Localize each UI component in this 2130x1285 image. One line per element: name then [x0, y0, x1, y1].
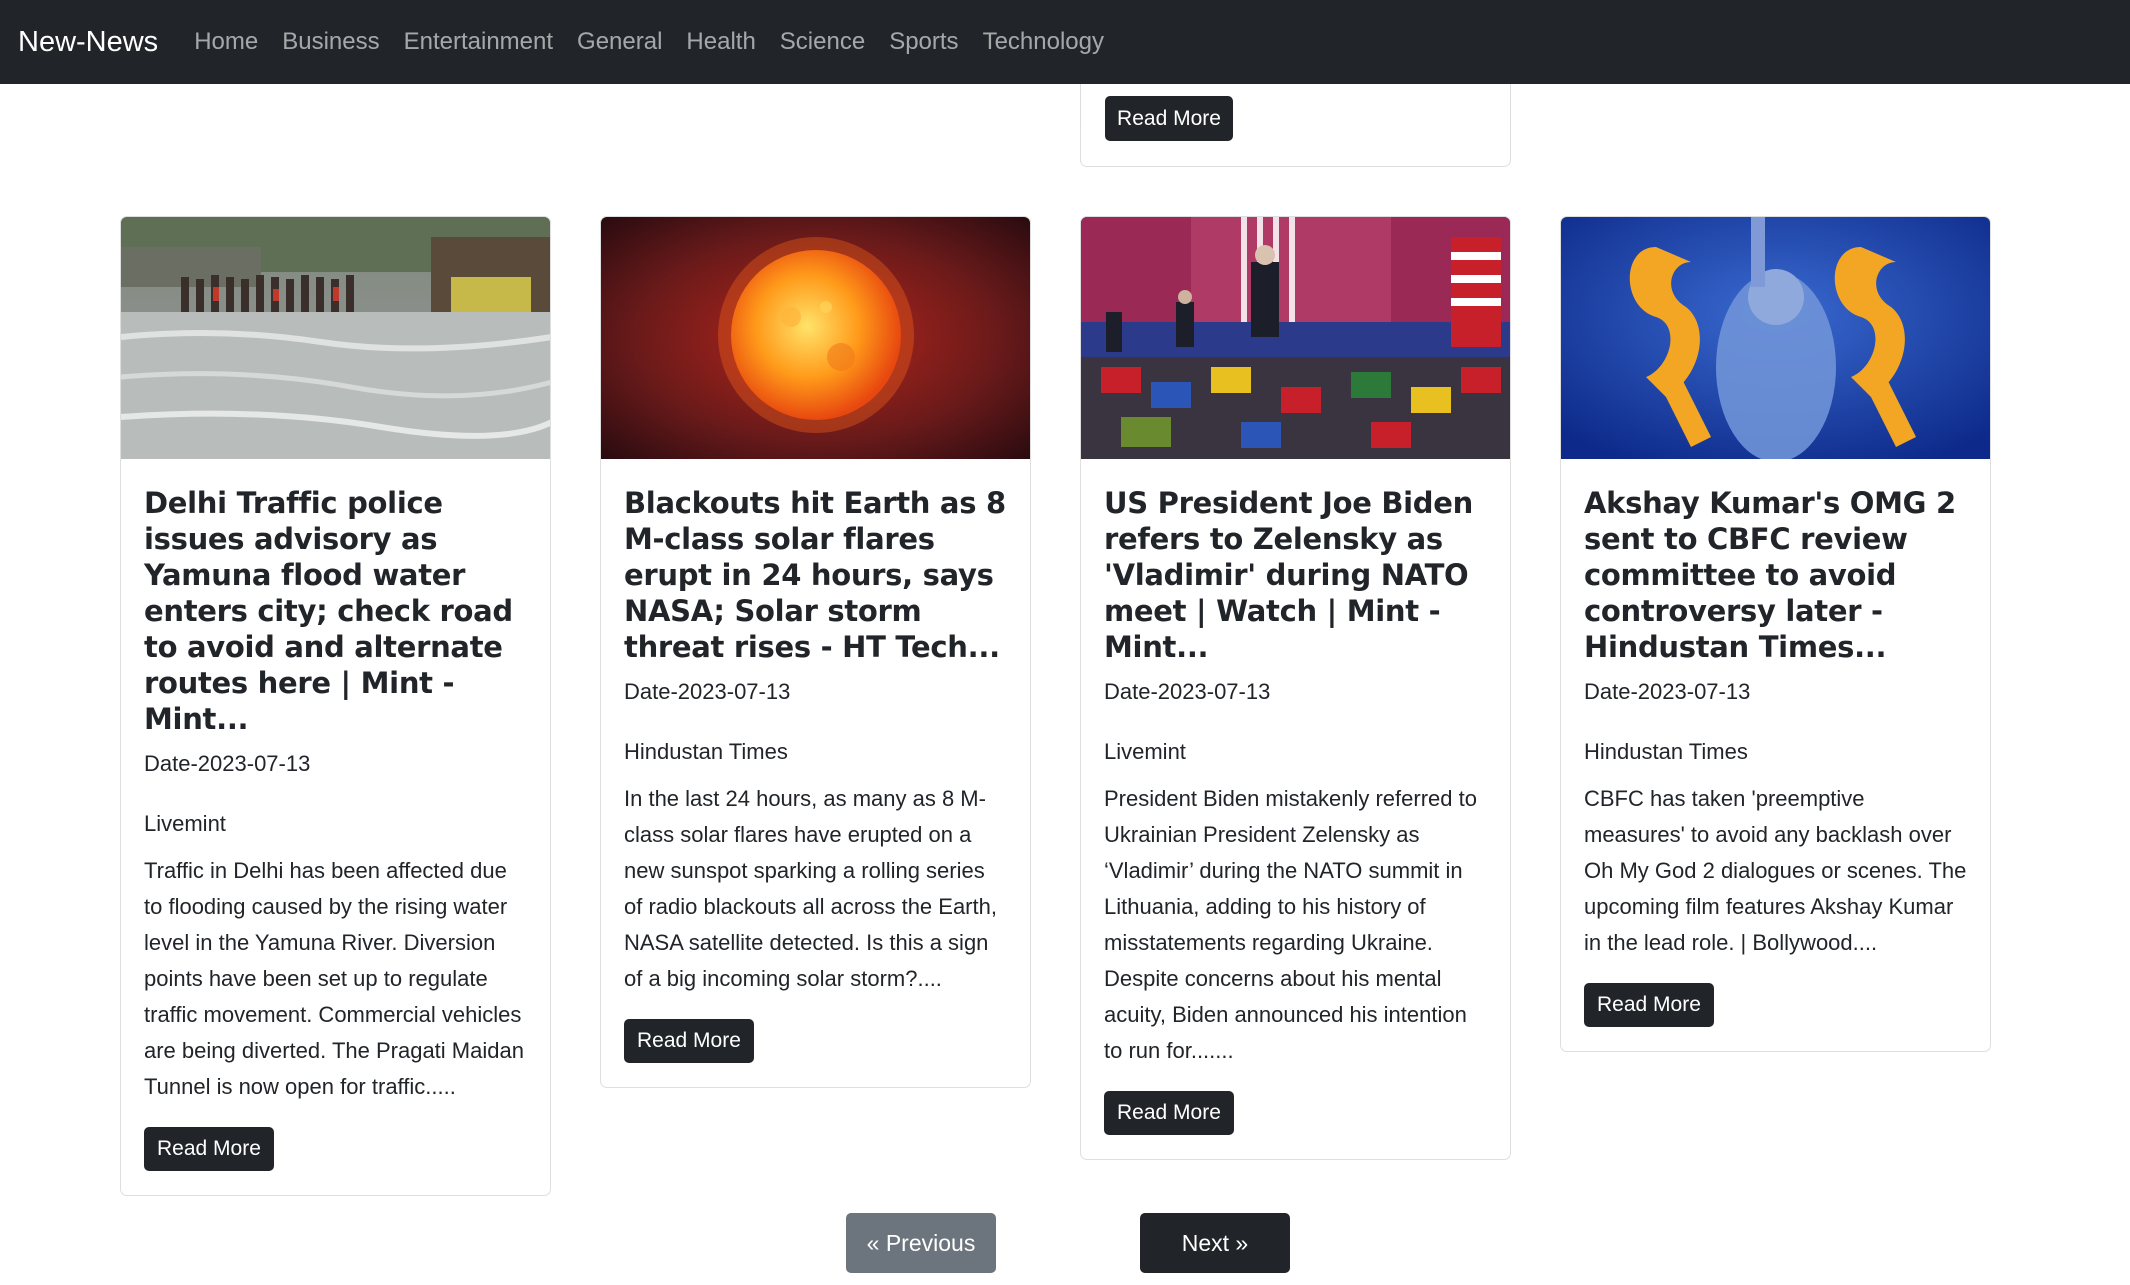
- news-card: Delhi Traffic police issues advisory as …: [120, 216, 551, 1196]
- nav-link-health[interactable]: Health: [674, 28, 767, 56]
- card-body: Akshay Kumar's OMG 2 sent to CBFC review…: [1561, 459, 1990, 1051]
- poster-photo: [1561, 217, 1990, 459]
- read-more-button[interactable]: Read More: [1584, 983, 1714, 1027]
- nav-link-sports[interactable]: Sports: [877, 28, 970, 56]
- nav-link-entertainment[interactable]: Entertainment: [392, 28, 565, 56]
- read-more-button[interactable]: Read More: [1104, 1091, 1234, 1135]
- page: New-News Home Business Entertainment Gen…: [0, 0, 2130, 1285]
- read-more-button[interactable]: Read More: [144, 1127, 274, 1171]
- card-date: Date-2023-07-13: [624, 679, 791, 704]
- rally-photo-image: [1081, 217, 1510, 459]
- flood-photo-image: [121, 217, 550, 459]
- brand-link[interactable]: New-News: [18, 26, 158, 59]
- rally-photo: [1081, 217, 1510, 459]
- card-title: Blackouts hit Earth as 8 M-class solar f…: [624, 486, 1006, 664]
- card-source: Hindustan Times: [1584, 739, 1748, 764]
- card-title: Akshay Kumar's OMG 2 sent to CBFC review…: [1584, 486, 1956, 664]
- card-source: Livemint: [144, 811, 226, 836]
- nav-link-home[interactable]: Home: [176, 28, 270, 56]
- sun-photo-image: [601, 217, 1030, 459]
- nav-link-technology[interactable]: Technology: [971, 28, 1116, 56]
- card-description: Traffic in Delhi has been affected due t…: [144, 858, 524, 1099]
- previous-button[interactable]: « Previous: [846, 1213, 996, 1273]
- news-card: US President Joe Biden refers to Zelensk…: [1080, 216, 1511, 1160]
- flood-photo: [121, 217, 550, 459]
- read-more-button[interactable]: Read More: [624, 1019, 754, 1063]
- next-button[interactable]: Next »: [1140, 1213, 1290, 1273]
- card-body: US President Joe Biden refers to Zelensk…: [1081, 459, 1510, 1159]
- card-date: Date-2023-07-13: [1104, 679, 1271, 704]
- nav-link-science[interactable]: Science: [768, 28, 877, 56]
- read-more-button[interactable]: Read More: [1105, 96, 1233, 141]
- card-source: Hindustan Times: [624, 739, 788, 764]
- card-date: Date-2023-07-13: [144, 751, 311, 776]
- navbar: New-News Home Business Entertainment Gen…: [0, 0, 2130, 84]
- news-card: Blackouts hit Earth as 8 M-class solar f…: [600, 216, 1031, 1088]
- card-source: Livemint: [1104, 739, 1186, 764]
- card-description: CBFC has taken 'preemptive measures' to …: [1584, 786, 1967, 955]
- card-body: Blackouts hit Earth as 8 M-class solar f…: [601, 459, 1030, 1087]
- card-body: Delhi Traffic police issues advisory as …: [121, 459, 550, 1195]
- card-description: President Biden mistakenly referred to U…: [1104, 786, 1477, 1063]
- card-description: In the last 24 hours, as many as 8 M-cla…: [624, 786, 997, 991]
- nav-link-general[interactable]: General: [565, 28, 674, 56]
- card-title: Delhi Traffic police issues advisory as …: [144, 486, 513, 736]
- card-date: Date-2023-07-13: [1584, 679, 1751, 704]
- nav-links: Home Business Entertainment General Heal…: [176, 28, 1116, 56]
- news-card: Akshay Kumar's OMG 2 sent to CBFC review…: [1560, 216, 1991, 1052]
- card-title: US President Joe Biden refers to Zelensk…: [1104, 486, 1473, 664]
- nav-link-business[interactable]: Business: [270, 28, 391, 56]
- poster-photo-image: [1561, 217, 1990, 459]
- sun-photo: [601, 217, 1030, 459]
